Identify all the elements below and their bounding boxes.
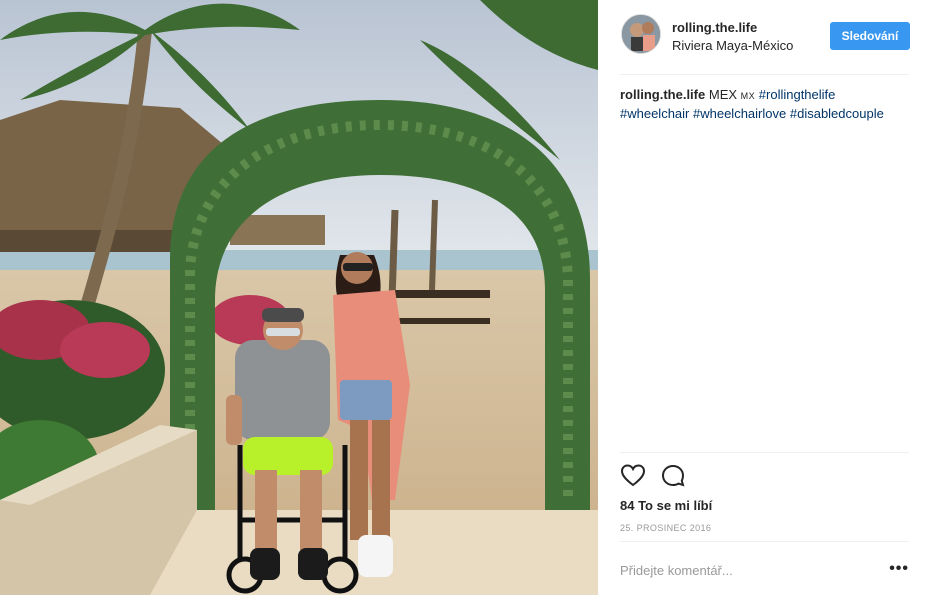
avatar[interactable] — [621, 14, 661, 54]
post-date: 25. PROSINEC 2016 — [620, 523, 712, 533]
hashtag-link[interactable]: #rollingthelife — [759, 87, 836, 102]
more-options-button[interactable]: ••• — [889, 560, 909, 578]
instagram-post: rolling.the.life Riviera Maya-México Sle… — [0, 0, 933, 595]
location-link[interactable]: Riviera Maya-México — [672, 38, 793, 53]
follow-button[interactable]: Sledování — [830, 22, 910, 50]
caption-username[interactable]: rolling.the.life — [620, 87, 705, 102]
like-count[interactable]: 84 To se mi líbí — [620, 498, 712, 513]
actions-divider — [620, 452, 909, 453]
post-caption: rolling.the.life MEX MX #rollingthelife … — [620, 86, 912, 123]
flag-icon: MX — [740, 91, 756, 101]
post-sidebar: rolling.the.life Riviera Maya-México Sle… — [598, 0, 933, 595]
hashtag-link[interactable]: #wheelchairlove — [693, 106, 786, 121]
avatar-image — [622, 15, 660, 53]
heart-icon[interactable] — [620, 463, 646, 489]
post-header: rolling.the.life Riviera Maya-México Sle… — [620, 14, 910, 58]
post-photo[interactable] — [0, 0, 598, 595]
comment-input[interactable]: Přidejte komentář... — [620, 563, 733, 578]
hashtag-link[interactable]: #disabledcouple — [790, 106, 884, 121]
header-divider — [620, 74, 909, 75]
comment-icon[interactable] — [660, 463, 686, 489]
comment-divider — [620, 541, 909, 542]
caption-text: MEX — [708, 87, 738, 102]
username-link[interactable]: rolling.the.life — [672, 20, 757, 35]
hashtag-link[interactable]: #wheelchair — [620, 106, 689, 121]
photo-illustration — [0, 0, 598, 595]
